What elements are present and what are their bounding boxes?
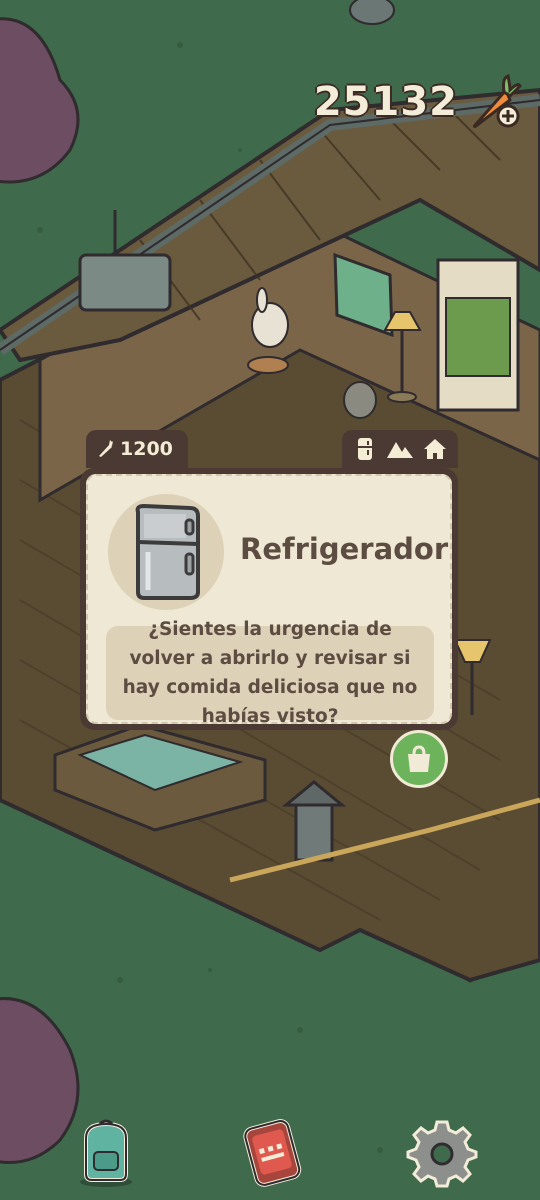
buy-button[interactable] xyxy=(390,730,448,788)
phone-icon[interactable] xyxy=(236,1116,308,1188)
card-inner: Refrigerador ¿Sientes la urgencia de vol… xyxy=(86,474,452,727)
carrot-count: 25132 xyxy=(313,79,458,125)
gear-icon[interactable] xyxy=(406,1116,478,1188)
item-description-box: ¿Sientes la urgencia de volver a abrirlo… xyxy=(106,619,434,727)
mountain-icon[interactable] xyxy=(386,436,413,462)
currency-counter: 25132 xyxy=(314,74,522,130)
card-body: Refrigerador ¿Sientes la urgencia de vol… xyxy=(80,468,458,730)
shopping-bag-icon xyxy=(408,745,430,772)
item-info-card: 1200 Refrigerador ¿Sientes la urgencia d… xyxy=(80,430,458,730)
item-price: 1200 xyxy=(120,438,173,460)
item-image-frame xyxy=(108,494,224,610)
carrot-plus-icon[interactable] xyxy=(466,72,522,132)
item-description: ¿Sientes la urgencia de volver a abrirlo… xyxy=(122,619,418,727)
carrot-icon xyxy=(99,440,113,457)
category-tabs xyxy=(342,430,458,468)
backpack-icon[interactable] xyxy=(70,1116,142,1188)
house-icon[interactable] xyxy=(422,436,448,462)
fridge-icon[interactable] xyxy=(352,436,378,462)
item-name: Refrigerador xyxy=(240,532,449,566)
fridge-item-icon xyxy=(135,503,200,600)
price-tab: 1200 xyxy=(86,430,188,468)
